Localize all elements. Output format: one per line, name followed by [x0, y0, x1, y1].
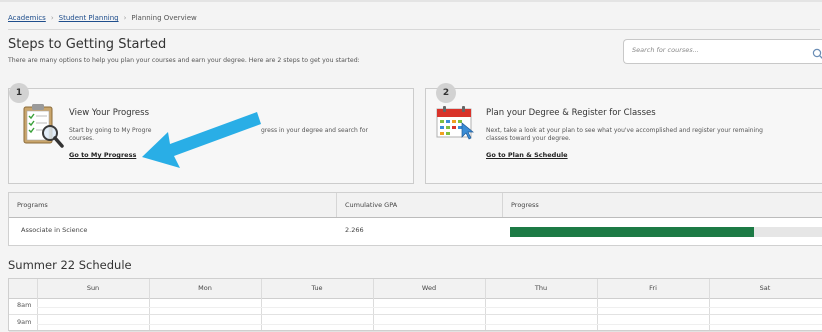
program-name[interactable]: Associate in Science: [21, 226, 87, 234]
schedule-day-tue: Tue: [311, 284, 323, 292]
column-header-progress: Progress: [511, 201, 539, 209]
go-to-my-progress-link[interactable]: Go to My Progress: [69, 151, 136, 159]
schedule-day-sun: Sun: [86, 284, 100, 292]
schedule-hour-8am: 8am: [17, 301, 32, 309]
column-divider: [502, 193, 503, 217]
breadcrumb-current: Planning Overview: [131, 14, 197, 22]
schedule-hour-9am: 9am: [17, 318, 32, 326]
programs-table: Programs Cumulative GPA Progress Associa…: [8, 192, 822, 246]
schedule-title: Summer 22 Schedule: [8, 258, 132, 272]
schedule-half-hour-line: [37, 307, 822, 308]
step-title: View Your Progress: [69, 108, 149, 118]
schedule-day-wed: Wed: [421, 284, 437, 292]
breadcrumb-student-planning[interactable]: Student Planning: [59, 14, 119, 22]
progress-bar: [510, 227, 822, 237]
course-search: [623, 39, 822, 64]
schedule-day-mon: Mon: [198, 284, 212, 292]
progress-bar-fill: [510, 227, 755, 237]
clipboard-checklist-magnifier-icon: [21, 103, 65, 153]
step-number-badge: 1: [9, 83, 29, 103]
schedule-day-sat: Sat: [759, 284, 771, 292]
calendar-planner-icon: [436, 105, 476, 145]
schedule-half-hour-line: [37, 324, 822, 325]
search-input[interactable]: [632, 46, 792, 54]
breadcrumb-academics[interactable]: Academics: [8, 14, 46, 22]
pointing-arrow-icon: [142, 108, 262, 182]
page-title: Steps to Getting Started: [8, 37, 167, 52]
step-description-part: gress in your degree and search for: [261, 127, 368, 134]
programs-table-header: [9, 193, 822, 218]
search-icon[interactable]: [812, 45, 822, 64]
column-header-programs: Programs: [17, 201, 48, 209]
breadcrumb: Academics › Student Planning › Planning Over…: [8, 14, 197, 22]
step-description: Next, take a look at your plan to see wh…: [486, 127, 763, 142]
schedule-day-thu: Thu: [534, 284, 548, 292]
breadcrumb-separator: ›: [50, 14, 54, 22]
step-number-badge: 2: [436, 83, 456, 103]
breadcrumb-divider: [8, 29, 820, 30]
schedule-day-fri: Fri: [649, 284, 657, 292]
column-divider: [336, 193, 337, 217]
step-description-part: courses.: [69, 135, 95, 142]
page-subtitle: There are many options to help you plan …: [8, 57, 360, 64]
column-header-gpa: Cumulative GPA: [345, 201, 398, 209]
breadcrumb-separator: ›: [123, 14, 127, 22]
schedule-calendar: Sun Mon Tue Wed Thu Fri Sat 8am 9am: [8, 278, 822, 332]
go-to-plan-schedule-link[interactable]: Go to Plan & Schedule: [486, 151, 568, 159]
step-card-plan-schedule: 2 Plan your Degree & Register for Classe…: [425, 83, 822, 184]
step-title: Plan your Degree & Register for Classes: [486, 108, 656, 118]
step-description-part: Start by going to My Progre: [69, 127, 152, 134]
schedule-row-divider: [9, 314, 822, 315]
top-border: [0, 0, 822, 2]
cumulative-gpa-value: 2.266: [345, 226, 364, 234]
